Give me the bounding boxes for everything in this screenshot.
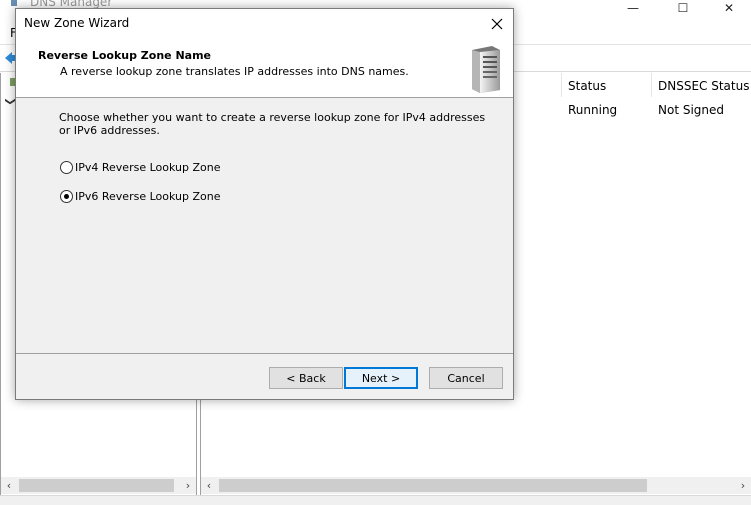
status-bar xyxy=(0,495,751,505)
wizard-prompt: Choose whether you want to create a reve… xyxy=(59,111,486,137)
radio-button-selected[interactable] xyxy=(60,190,73,203)
radio-button[interactable] xyxy=(60,161,73,174)
button-separator xyxy=(16,353,513,354)
scroll-thumb[interactable] xyxy=(219,479,647,492)
wizard-body: Choose whether you want to create a reve… xyxy=(16,99,513,353)
wizard-page-subtitle: A reverse lookup zone translates IP addr… xyxy=(60,65,409,78)
column-header-dnssec-status[interactable]: DNSSEC Status xyxy=(651,73,751,97)
dialog-title: New Zone Wizard xyxy=(24,16,130,30)
cancel-button[interactable]: Cancel xyxy=(429,367,503,389)
scroll-right-icon[interactable]: › xyxy=(181,478,195,493)
cell-dnssec-status: Not Signed xyxy=(658,103,725,117)
dialog-titlebar: New Zone Wizard xyxy=(16,9,513,39)
list-horizontal-scrollbar[interactable]: ‹ › xyxy=(201,477,751,494)
server-icon xyxy=(472,46,500,93)
column-header-status[interactable]: Status xyxy=(561,73,651,97)
back-button[interactable]: < Back xyxy=(269,367,343,389)
scroll-left-icon[interactable]: ‹ xyxy=(2,478,16,493)
app-close-button[interactable]: ✕ xyxy=(706,0,751,16)
tree-horizontal-scrollbar[interactable]: ‹ › xyxy=(1,477,196,494)
next-button[interactable]: Next > xyxy=(344,367,418,389)
dialog-close-button[interactable] xyxy=(481,9,513,39)
dns-app-icon xyxy=(11,0,17,6)
scroll-thumb[interactable] xyxy=(19,479,174,492)
new-zone-wizard-dialog: New Zone Wizard Reverse Lookup Zone Name… xyxy=(15,8,514,400)
maximize-button[interactable]: ☐ xyxy=(660,0,706,16)
wizard-page-title: Reverse Lookup Zone Name xyxy=(38,49,212,62)
close-icon xyxy=(491,18,503,30)
radio-ipv4-reverse-zone[interactable]: IPv4 Reverse Lookup Zone xyxy=(60,161,220,174)
scroll-left-icon[interactable]: ‹ xyxy=(202,478,216,493)
scroll-right-icon[interactable]: › xyxy=(736,478,750,493)
cell-status: Running xyxy=(568,103,618,117)
radio-label: IPv4 Reverse Lookup Zone xyxy=(75,161,221,174)
wizard-header: Reverse Lookup Zone Name A reverse looku… xyxy=(16,39,513,98)
minimize-button[interactable]: — xyxy=(610,0,656,16)
radio-label: IPv6 Reverse Lookup Zone xyxy=(75,190,221,203)
radio-ipv6-reverse-zone[interactable]: IPv6 Reverse Lookup Zone xyxy=(60,190,220,203)
